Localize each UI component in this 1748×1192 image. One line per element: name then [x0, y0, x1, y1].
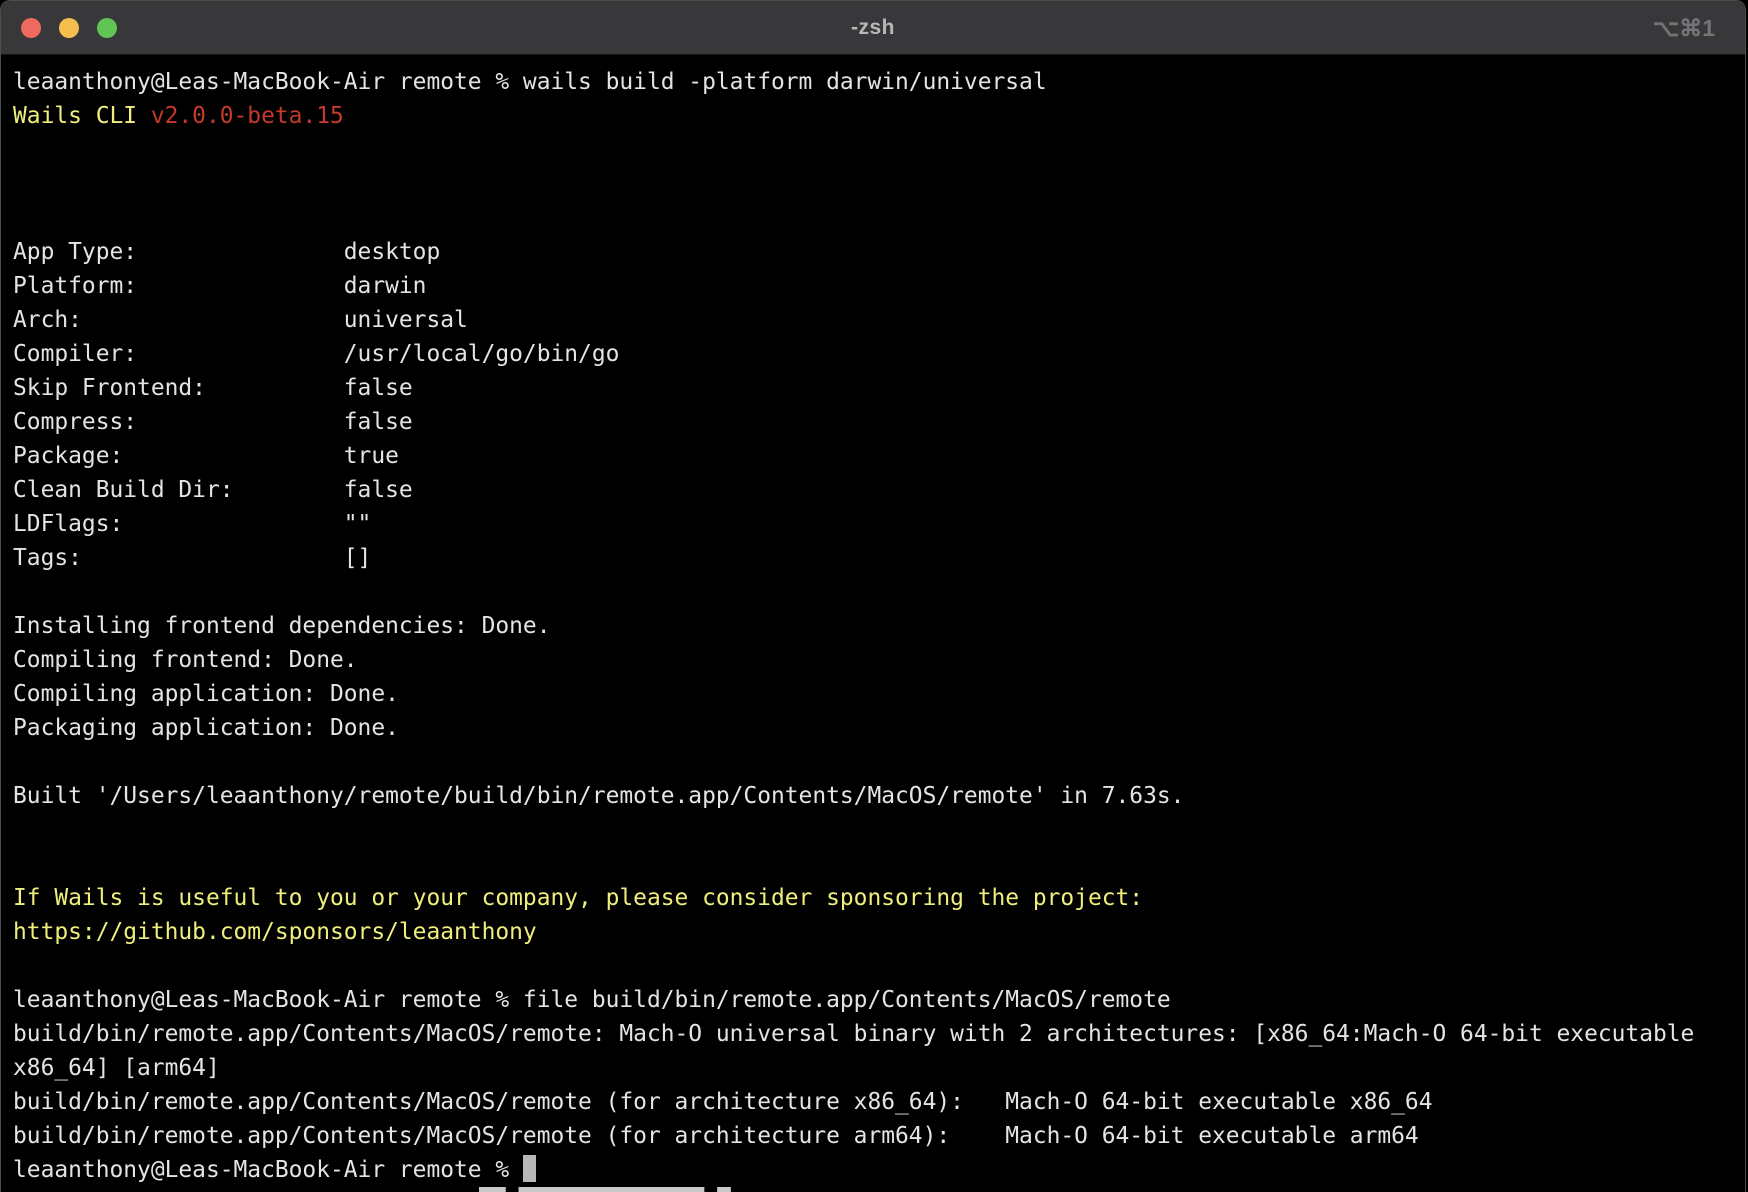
clipped-text-strip: ██ ██████████████ █: [479, 1187, 769, 1192]
terminal-line: Clean Build Dir: false: [13, 473, 1745, 507]
terminal-line: LDFlags: "": [13, 507, 1745, 541]
terminal-text: build/bin/remote.app/Contents/MacOS/remo…: [13, 1123, 1419, 1149]
terminal-line: build/bin/remote.app/Contents/MacOS/remo…: [13, 1085, 1745, 1119]
terminal-line: App Type: desktop: [13, 235, 1745, 269]
terminal-line: Compiler: /usr/local/go/bin/go: [13, 337, 1745, 371]
terminal-line: [13, 813, 1745, 847]
terminal-line: Package: true: [13, 439, 1745, 473]
terminal-line: leaanthony@Leas-MacBook-Air remote % fil…: [13, 983, 1745, 1017]
tab-shortcut-badge: ⌥⌘1: [1653, 1, 1715, 54]
terminal-line: x86_64] [arm64]: [13, 1051, 1745, 1085]
terminal-line: Installing frontend dependencies: Done.: [13, 609, 1745, 643]
terminal-text: Clean Build Dir: false: [13, 477, 413, 503]
terminal-text: Package: true: [13, 443, 399, 469]
terminal-text: Platform: darwin: [13, 273, 426, 299]
terminal-line: Built '/Users/leaanthony/remote/build/bi…: [13, 779, 1745, 813]
terminal-text: If Wails is useful to you or your compan…: [13, 885, 1143, 911]
terminal-line: [13, 847, 1745, 881]
terminal-screen[interactable]: leaanthony@Leas-MacBook-Air remote % wai…: [1, 55, 1745, 1192]
terminal-line: Arch: universal: [13, 303, 1745, 337]
terminal-line: Compiling application: Done.: [13, 677, 1745, 711]
terminal-line: If Wails is useful to you or your compan…: [13, 881, 1745, 915]
terminal-line: Skip Frontend: false: [13, 371, 1745, 405]
terminal-text: App Type: desktop: [13, 239, 440, 265]
terminal-line: Compress: false: [13, 405, 1745, 439]
terminal-text: Compiling application: Done.: [13, 681, 399, 707]
terminal-text: Compiling frontend: Done.: [13, 647, 358, 673]
terminal-line: Platform: darwin: [13, 269, 1745, 303]
terminal-line: leaanthony@Leas-MacBook-Air remote % wai…: [13, 65, 1745, 99]
terminal-text: Skip Frontend: false: [13, 375, 413, 401]
terminal-line: [13, 133, 1745, 167]
terminal-line: build/bin/remote.app/Contents/MacOS/remo…: [13, 1017, 1745, 1051]
terminal-line: [13, 167, 1745, 201]
terminal-line: Compiling frontend: Done.: [13, 643, 1745, 677]
terminal-line: build/bin/remote.app/Contents/MacOS/remo…: [13, 1119, 1745, 1153]
terminal-text: x86_64] [arm64]: [13, 1055, 220, 1081]
terminal-line: [13, 201, 1745, 235]
terminal-text: Wails CLI: [13, 103, 151, 129]
terminal-line: Packaging application: Done.: [13, 711, 1745, 745]
terminal-line: Tags: []: [13, 541, 1745, 575]
terminal-line: Wails CLI v2.0.0-beta.15: [13, 99, 1745, 133]
terminal-text: leaanthony@Leas-MacBook-Air remote % fil…: [13, 987, 1171, 1013]
terminal-text: Packaging application: Done.: [13, 715, 399, 741]
terminal-window: -zsh ⌥⌘1 leaanthony@Leas-MacBook-Air rem…: [0, 0, 1746, 1192]
terminal-text: Arch: universal: [13, 307, 468, 333]
terminal-cursor: [523, 1155, 536, 1182]
terminal-line: https://github.com/sponsors/leaanthony: [13, 915, 1745, 949]
window-title: -zsh: [1, 1, 1745, 54]
terminal-text: LDFlags: "": [13, 511, 371, 537]
terminal-text: leaanthony@Leas-MacBook-Air remote %: [13, 1157, 523, 1183]
terminal-text: Installing frontend dependencies: Done.: [13, 613, 550, 639]
clipped-text: ██ ██████████████ █: [479, 1187, 769, 1192]
terminal-text: leaanthony@Leas-MacBook-Air remote % wai…: [13, 69, 1047, 95]
terminal-line: [13, 949, 1745, 983]
terminal-line: [13, 575, 1745, 609]
terminal-text: build/bin/remote.app/Contents/MacOS/remo…: [13, 1021, 1694, 1047]
terminal-text: v2.0.0-beta.15: [151, 103, 344, 129]
terminal-text: Compiler: /usr/local/go/bin/go: [13, 341, 619, 367]
terminal-text: Compress: false: [13, 409, 413, 435]
terminal-line: leaanthony@Leas-MacBook-Air remote %: [13, 1153, 1745, 1187]
terminal-line: [13, 745, 1745, 779]
terminal-text: Built '/Users/leaanthony/remote/build/bi…: [13, 783, 1184, 809]
terminal-text: Tags: []: [13, 545, 371, 571]
window-titlebar[interactable]: -zsh ⌥⌘1: [1, 1, 1745, 55]
terminal-text: https://github.com/sponsors/leaanthony: [13, 919, 537, 945]
terminal-text: build/bin/remote.app/Contents/MacOS/remo…: [13, 1089, 1432, 1115]
